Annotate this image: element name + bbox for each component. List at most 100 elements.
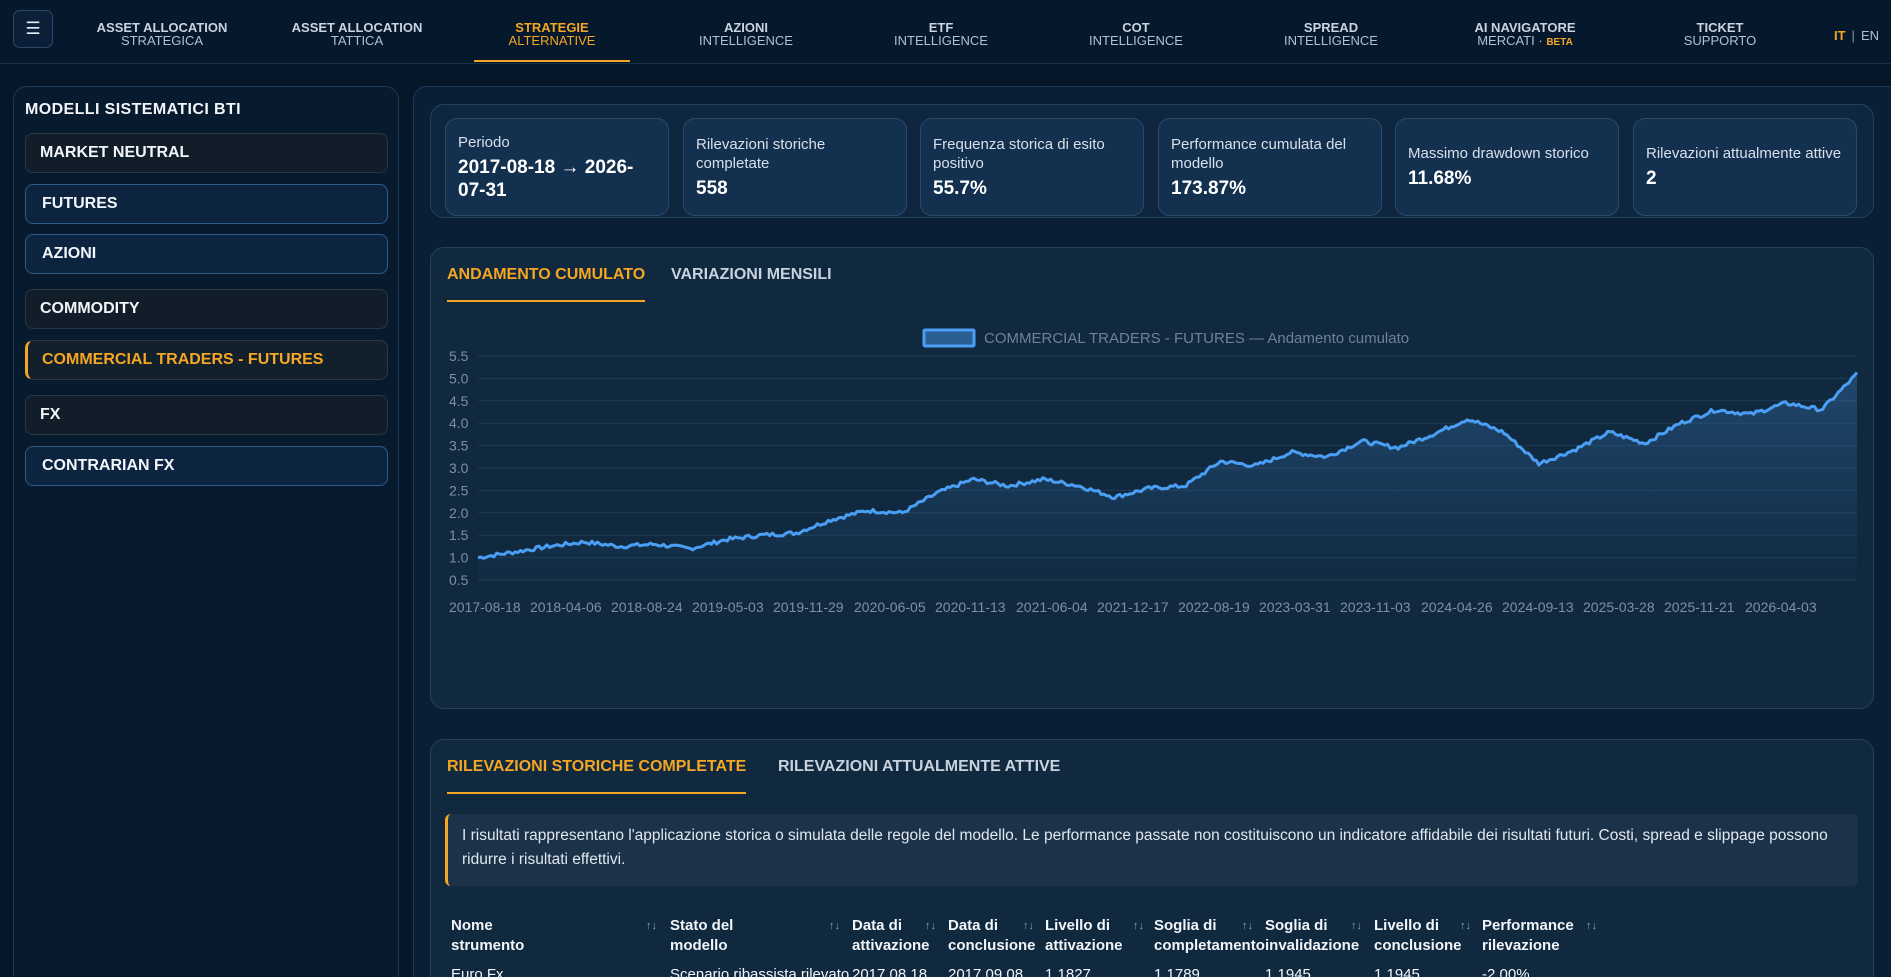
column-header-line2: conclusione <box>1374 937 1462 954</box>
nav-asset-allocation-tattica[interactable]: ASSET ALLOCATION TATTICA <box>279 0 435 62</box>
stat-value: 55.7% <box>933 177 987 199</box>
sort-icon[interactable]: ↑↓ <box>1242 920 1253 932</box>
sort-icon[interactable]: ↑↓ <box>1351 920 1362 932</box>
tab-andamento-cumulato[interactable]: ANDAMENTO CUMULATO <box>447 266 646 302</box>
column-header-line1: Performance <box>1482 917 1574 934</box>
nav-sublabel: SUPPORTO <box>1683 33 1757 48</box>
table-cell: Scenario ribassista rilevato <box>670 966 850 977</box>
x-tick-label: 2021-12-17 <box>1097 599 1169 615</box>
x-tick-label: 2025-03-28 <box>1583 599 1655 615</box>
stat-value: 2 <box>1646 168 1657 189</box>
legend-label: COMMERCIAL TRADERS - FUTURES — Andamento… <box>984 330 1409 347</box>
x-tick-label: 2023-11-03 <box>1340 599 1411 615</box>
x-tick-label: 2021-06-04 <box>1016 599 1088 615</box>
nav-sublabel: ALTERNATIVE <box>508 33 596 48</box>
sort-icon[interactable]: ↑↓ <box>1586 920 1597 932</box>
column-header[interactable]: Stato del modello <box>670 916 733 956</box>
nav-cot-intelligence[interactable]: COT INTELLIGENCE <box>1058 0 1214 62</box>
column-header[interactable]: Performance rilevazione <box>1482 916 1574 956</box>
sidebar: MODELLI SISTEMATICI BTI MARKET NEUTRAL F… <box>13 86 399 977</box>
y-tick-label: 3.5 <box>449 438 469 454</box>
sort-icon[interactable]: ↑↓ <box>925 920 936 932</box>
nav-spread-intelligence[interactable]: SPREAD INTELLIGENCE <box>1253 0 1409 62</box>
nav-strategie-alternative[interactable]: STRATEGIE ALTERNATIVE <box>474 0 630 62</box>
x-tick-label: 2020-06-05 <box>854 599 926 615</box>
nav-sublabel: INTELLIGENCE <box>1089 33 1183 48</box>
stat-card-rilevazioni-completate: Rilevazioni storiche completate 558 <box>683 118 907 216</box>
column-header[interactable]: Data di attivazione <box>852 916 930 956</box>
sidebar-item-fx[interactable]: FX <box>25 395 388 435</box>
legend-swatch <box>922 328 976 348</box>
column-header-line2: strumento <box>451 937 525 954</box>
nav-sublabel: TATTICA <box>330 33 384 48</box>
column-header[interactable]: Soglia di invalidazione <box>1265 916 1359 956</box>
stat-value: 11.68% <box>1408 168 1472 189</box>
sidebar-item-contrarian-fx[interactable]: CONTRARIAN FX <box>25 446 388 486</box>
stats-panel: Periodo 2017-08-18 → 2026-07-31 Rilevazi… <box>430 104 1874 218</box>
tab-variazioni-mensili[interactable]: VARIAZIONI MENSILI <box>671 266 832 300</box>
stat-value: 173.87% <box>1171 177 1247 199</box>
language-switcher: IT | EN <box>1834 28 1879 43</box>
sidebar-item-futures[interactable]: FUTURES <box>25 184 388 224</box>
x-tick-label: 2020-11-13 <box>935 599 1006 615</box>
lang-en[interactable]: EN <box>1861 28 1879 43</box>
column-header-line2: completamento <box>1154 937 1265 954</box>
y-tick-label: 4.5 <box>449 393 469 409</box>
lang-it[interactable]: IT <box>1834 28 1846 43</box>
column-header-line2: attivazione <box>852 937 930 954</box>
x-tick-label: 2023-03-31 <box>1259 599 1331 615</box>
x-tick-label: 2024-09-13 <box>1502 599 1574 615</box>
x-tick-label: 2017-08-18 <box>449 599 521 615</box>
table-cell: 1.1945 <box>1265 966 1311 977</box>
stat-card-rilevazioni-attive: Rilevazioni attualmente attive 2 <box>1633 118 1857 216</box>
table-cell: 2017.08.18 <box>852 966 928 977</box>
sidebar-item-commodity[interactable]: COMMODITY <box>25 289 388 329</box>
y-tick-label: 2.0 <box>449 505 469 521</box>
table-cell: -2.00% <box>1482 966 1530 977</box>
x-tick-label: 2018-04-06 <box>530 599 602 615</box>
stat-value: 2017-08-18 → 2026-07-31 <box>458 156 634 201</box>
table-panel: RILEVAZIONI STORICHE COMPLETATE RILEVAZI… <box>430 739 1874 977</box>
nav-ticket-supporto[interactable]: TICKET SUPPORTO <box>1642 0 1798 62</box>
stat-label: Rilevazioni storiche completate <box>696 135 826 172</box>
stat-label: Performance cumulata del modello <box>1171 135 1347 172</box>
menu-icon[interactable]: ☰ <box>13 10 53 48</box>
y-tick-label: 3.0 <box>449 460 469 476</box>
sort-icon[interactable]: ↑↓ <box>646 920 657 932</box>
nav-ai-navigatore-mercati[interactable]: AI NAVIGATORE MERCATI · BETA <box>1447 0 1603 62</box>
y-tick-label: 4.0 <box>449 415 469 431</box>
column-header[interactable]: Livello di attivazione <box>1045 916 1123 956</box>
column-header-line2: invalidazione <box>1265 937 1360 954</box>
sidebar-item-azioni[interactable]: AZIONI <box>25 234 388 274</box>
x-tick-label: 2025-11-21 <box>1664 599 1735 615</box>
nav-sublabel: MERCATI · BETA <box>1447 34 1603 49</box>
sort-icon[interactable]: ↑↓ <box>1133 920 1144 932</box>
column-header[interactable]: Nome strumento <box>451 916 524 956</box>
table-cell: 1.1945 <box>1374 966 1420 977</box>
y-tick-label: 2.5 <box>449 482 469 498</box>
stat-label: Massimo drawdown storico <box>1408 145 1589 162</box>
tab-rilevazioni-attive[interactable]: RILEVAZIONI ATTUALMENTE ATTIVE <box>778 758 1060 792</box>
sidebar-item-market-neutral[interactable]: MARKET NEUTRAL <box>25 133 388 173</box>
column-header-line2: conclusione <box>948 937 1036 954</box>
sort-icon[interactable]: ↑↓ <box>1023 920 1034 932</box>
column-header[interactable]: Livello di conclusione <box>1374 916 1462 956</box>
nav-etf-intelligence[interactable]: ETF INTELLIGENCE <box>863 0 1019 62</box>
sort-icon[interactable]: ↑↓ <box>1460 920 1471 932</box>
sort-icon[interactable]: ↑↓ <box>829 920 840 932</box>
y-tick-label: 0.5 <box>449 572 469 588</box>
sidebar-item-commercial-traders-futures[interactable]: COMMERCIAL TRADERS - FUTURES <box>25 340 388 380</box>
nav-sublabel: INTELLIGENCE <box>699 33 793 48</box>
sidebar-title: MODELLI SISTEMATICI BTI <box>25 101 242 118</box>
beta-badge: BETA <box>1546 37 1573 48</box>
nav-azioni-intelligence[interactable]: AZIONI INTELLIGENCE <box>668 0 824 62</box>
chart-panel: ANDAMENTO CUMULATO VARIAZIONI MENSILI 0.… <box>430 247 1874 709</box>
column-header-line2: rilevazione <box>1482 937 1560 954</box>
stat-card-performance-cumulata: Performance cumulata del modello 173.87% <box>1158 118 1382 216</box>
nav-asset-allocation-strategica[interactable]: ASSET ALLOCATION STRATEGICA <box>84 0 240 62</box>
top-navigation: ☰ ASSET ALLOCATION STRATEGICA ASSET ALLO… <box>0 0 1891 64</box>
column-header-line1: Livello di <box>1374 917 1440 934</box>
tab-rilevazioni-completate[interactable]: RILEVAZIONI STORICHE COMPLETATE <box>447 758 747 794</box>
x-tick-label: 2019-05-03 <box>692 599 764 615</box>
stat-value: 558 <box>696 177 728 199</box>
